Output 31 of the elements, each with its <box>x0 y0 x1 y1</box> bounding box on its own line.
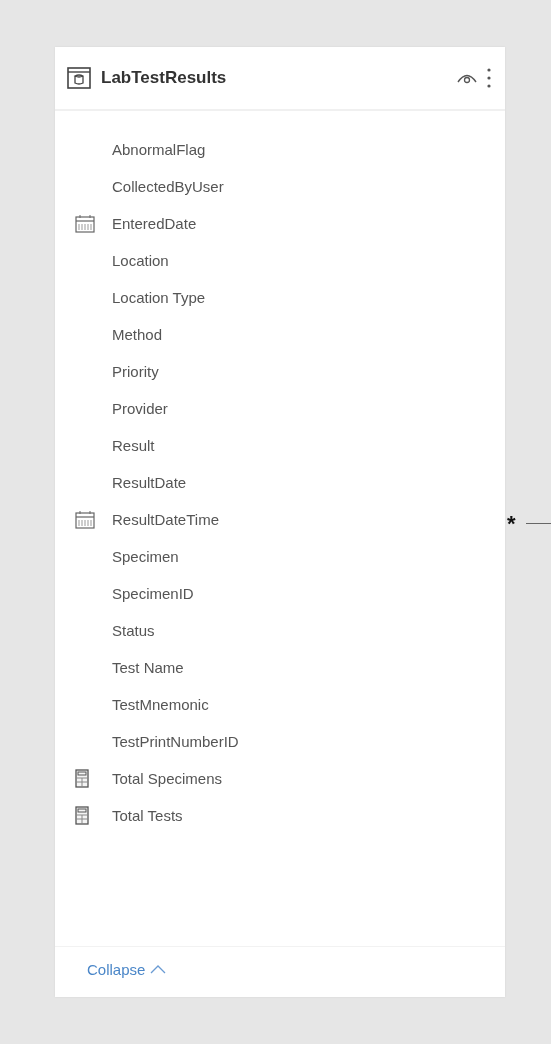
field-name[interactable]: Location <box>112 252 169 269</box>
field-name[interactable]: TestMnemonic <box>112 696 209 713</box>
field-name[interactable]: Specimen <box>112 548 179 565</box>
field-name[interactable]: Total Specimens <box>112 770 223 787</box>
collapse-button[interactable]: Collapse <box>87 960 167 978</box>
field-name[interactable]: SpecimenID <box>112 585 194 602</box>
field-name[interactable]: AbnormalFlag <box>112 141 206 158</box>
field-name[interactable]: Test Name <box>112 659 184 676</box>
table-icon <box>67 67 91 89</box>
calendar-icon <box>75 214 95 233</box>
field-name[interactable]: Method <box>112 326 163 343</box>
field-name[interactable]: Total Tests <box>112 807 183 824</box>
calculator-icon <box>75 806 89 825</box>
field-name[interactable]: Location Type <box>112 289 206 306</box>
field-name[interactable]: TestPrintNumberID <box>112 733 239 750</box>
field-name[interactable]: EnteredDate <box>112 215 197 232</box>
cardinality-marker: * <box>507 512 516 536</box>
field-name[interactable]: Provider <box>112 400 168 417</box>
calendar-icon <box>75 510 95 529</box>
calculator-icon <box>75 769 89 788</box>
chevron-up-icon <box>150 964 167 974</box>
field-name[interactable]: Priority <box>112 363 159 380</box>
more-options-icon[interactable] <box>487 68 491 88</box>
table-title: LabTestResults <box>101 68 228 88</box>
field-name[interactable]: ResultDate <box>112 474 187 491</box>
field-name[interactable]: CollectedByUser <box>112 178 224 195</box>
field-name[interactable]: Status <box>112 622 155 639</box>
relationship-line <box>526 523 551 524</box>
field-name[interactable]: ResultDateTime <box>112 511 219 528</box>
field-name[interactable]: Result <box>112 437 155 454</box>
eye-icon[interactable] <box>457 72 477 84</box>
